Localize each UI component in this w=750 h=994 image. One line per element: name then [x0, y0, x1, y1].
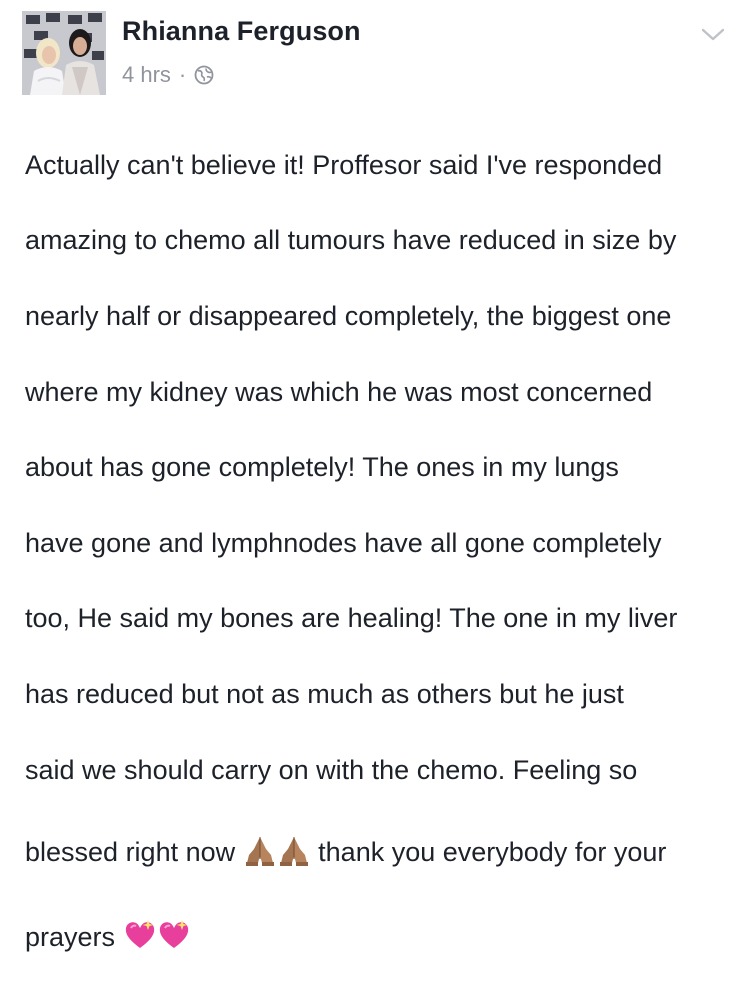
post-line: about has gone completely! The ones in m…	[25, 452, 619, 483]
post-line: where my kidney was which he was most co…	[25, 376, 653, 407]
meta-separator: ·	[178, 62, 187, 87]
post-line: prayers	[25, 918, 730, 957]
facebook-post: Rhianna Ferguson 4 hrs · Actually can't …	[0, 0, 750, 952]
post-line-text: thank you everybody for your	[318, 837, 667, 868]
post-line-text: blessed right now	[25, 837, 236, 868]
post-body: Actually can't believe it! Proffesor sai…	[25, 109, 730, 994]
sparkling-heart-emoji	[159, 919, 188, 948]
folded-hands-emoji	[279, 837, 308, 867]
folded-hands-emoji	[245, 837, 274, 867]
post-line-text: prayers	[25, 921, 116, 952]
timestamp[interactable]: 4 hrs	[122, 62, 171, 88]
post-line: said we should carry on with the chemo. …	[25, 754, 638, 785]
praying-emoji-pair	[243, 833, 311, 872]
post-line: have gone and lymphnodes have all gone c…	[25, 527, 662, 558]
post-line: too, He said my bones are healing! The o…	[25, 603, 678, 634]
post-line: nearly half or disappeared completely, t…	[25, 300, 672, 331]
post-line: amazing to chemo all tumours have reduce…	[25, 225, 677, 256]
post-line: has reduced but not as much as others bu…	[25, 678, 624, 709]
post-line: blessed right now thank you everybody fo…	[25, 833, 730, 872]
author-name[interactable]: Rhianna Ferguson	[122, 16, 361, 47]
sparkling-heart-emoji	[125, 919, 154, 948]
heart-emoji-pair	[123, 918, 191, 957]
globe-icon[interactable]	[194, 65, 214, 85]
post-line: Actually can't believe it! Proffesor sai…	[25, 149, 663, 180]
avatar[interactable]	[22, 11, 106, 95]
chevron-down-icon[interactable]	[700, 26, 726, 44]
avatar-photo	[22, 11, 106, 95]
post-meta: 4 hrs ·	[122, 62, 214, 88]
